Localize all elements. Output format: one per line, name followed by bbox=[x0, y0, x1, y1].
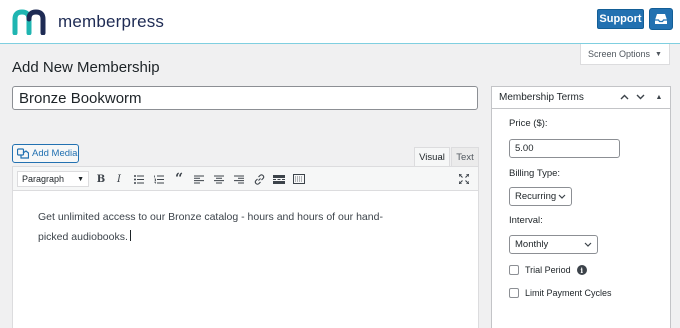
text-cursor bbox=[129, 230, 131, 241]
inbox-icon bbox=[655, 14, 667, 24]
align-center-icon[interactable] bbox=[211, 171, 227, 187]
tab-visual[interactable]: Visual bbox=[414, 147, 450, 166]
toolbar-toggle-icon[interactable] bbox=[291, 171, 307, 187]
interval-value: Monthly bbox=[515, 239, 549, 250]
blockquote-icon[interactable]: “ bbox=[171, 171, 187, 187]
move-down-icon[interactable] bbox=[633, 90, 647, 104]
editor-body[interactable]: Get unlimited access to our Bronze catal… bbox=[38, 207, 398, 247]
trial-period-row[interactable]: Trial Period i bbox=[509, 265, 587, 275]
format-select-value: Paragraph bbox=[22, 174, 65, 184]
price-label: Price ($): bbox=[509, 118, 548, 129]
top-header: memberpress Support bbox=[0, 0, 680, 44]
billing-type-value: Recurring bbox=[515, 191, 557, 202]
move-up-icon[interactable] bbox=[617, 90, 631, 104]
membership-terms-box: Membership Terms ▲ Price ($): 5.00 Billi… bbox=[491, 86, 671, 328]
read-more-icon[interactable] bbox=[271, 171, 287, 187]
inbox-button[interactable] bbox=[649, 8, 673, 30]
link-icon[interactable] bbox=[251, 171, 267, 187]
price-input[interactable]: 5.00 bbox=[509, 139, 620, 158]
chevron-down-icon: ▼ bbox=[77, 175, 84, 183]
tab-text[interactable]: Text bbox=[451, 147, 479, 166]
membership-title-input[interactable] bbox=[12, 86, 478, 110]
interval-select[interactable]: Monthly bbox=[509, 235, 598, 254]
membership-terms-title: Membership Terms bbox=[499, 92, 584, 103]
italic-icon[interactable]: I bbox=[111, 171, 127, 187]
numbered-list-icon[interactable] bbox=[151, 171, 167, 187]
caret-down-icon: ▼ bbox=[655, 50, 662, 58]
bold-icon[interactable]: B bbox=[93, 171, 109, 187]
media-icon bbox=[17, 148, 29, 159]
billing-type-label: Billing Type: bbox=[509, 168, 561, 179]
screen-options-toggle[interactable]: Screen Options ▼ bbox=[580, 44, 670, 65]
fullscreen-icon[interactable] bbox=[456, 171, 472, 187]
info-icon[interactable]: i bbox=[576, 265, 587, 275]
interval-label: Interval: bbox=[509, 215, 543, 226]
bullet-list-icon[interactable] bbox=[131, 171, 147, 187]
align-left-icon[interactable] bbox=[191, 171, 207, 187]
limit-payment-cycles-row[interactable]: Limit Payment Cycles bbox=[509, 288, 612, 298]
screen-options-label: Screen Options bbox=[588, 49, 651, 59]
chevron-down-icon bbox=[584, 242, 592, 247]
format-select[interactable]: Paragraph ▼ bbox=[17, 171, 89, 187]
page-title: Add New Membership bbox=[12, 59, 160, 76]
membership-terms-header: Membership Terms ▲ bbox=[492, 87, 670, 109]
support-button[interactable]: Support bbox=[597, 9, 644, 29]
limit-payment-cycles-checkbox[interactable] bbox=[509, 288, 519, 298]
limit-payment-cycles-label: Limit Payment Cycles bbox=[525, 288, 612, 298]
add-media-button[interactable]: Add Media bbox=[12, 144, 79, 163]
chevron-down-icon bbox=[558, 194, 566, 199]
brand-name: memberpress bbox=[58, 12, 165, 31]
memberpress-logo-icon bbox=[12, 9, 46, 35]
add-media-label: Add Media bbox=[32, 148, 78, 159]
collapse-toggle-icon[interactable]: ▲ bbox=[652, 90, 666, 104]
trial-period-checkbox[interactable] bbox=[509, 265, 519, 275]
memberpress-logo[interactable]: memberpress bbox=[12, 9, 164, 35]
trial-period-label: Trial Period bbox=[525, 265, 571, 275]
editor-text: Get unlimited access to our Bronze catal… bbox=[38, 211, 383, 243]
align-right-icon[interactable] bbox=[231, 171, 247, 187]
editor-toolbar: Paragraph ▼ B I “ bbox=[13, 167, 478, 191]
billing-type-select[interactable]: Recurring bbox=[509, 187, 572, 206]
content-editor[interactable]: Paragraph ▼ B I “ Get unlimited access t… bbox=[12, 166, 479, 328]
